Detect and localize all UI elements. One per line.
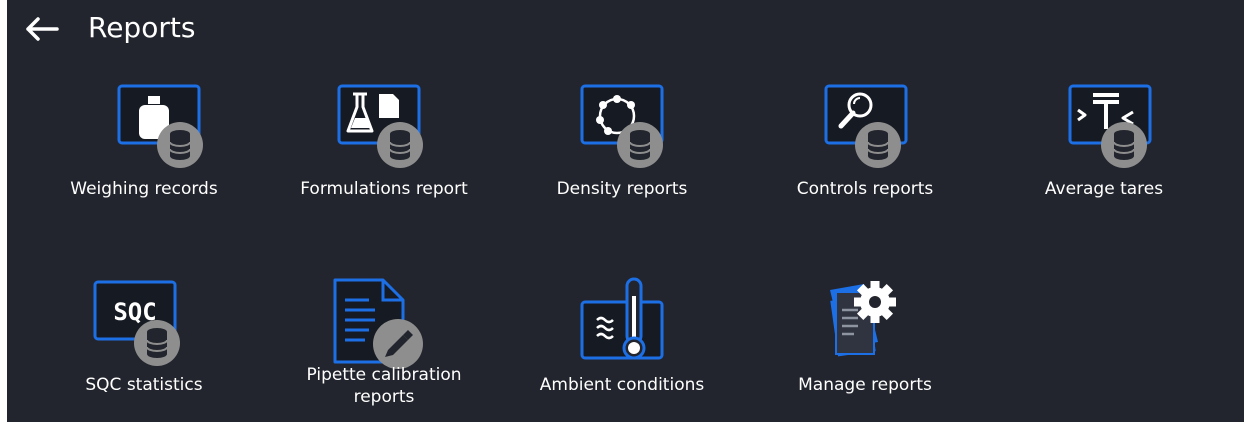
reports-screen: Reports Weighing records Formulations re… (7, 0, 1244, 422)
weighing-records-icon (117, 84, 203, 168)
tile-label: Ambient conditions (539, 375, 705, 395)
pipette-document-icon (333, 278, 423, 369)
arrow-left-icon (26, 17, 59, 41)
tile-controls-reports[interactable]: Controls reports (750, 80, 980, 240)
tile-sqc-statistics[interactable]: SQC SQC statistics (29, 276, 259, 436)
back-button[interactable] (23, 14, 59, 44)
average-tare-icon (1068, 84, 1152, 168)
tile-manage-reports[interactable]: Manage reports (750, 276, 980, 436)
tile-weighing-records[interactable]: Weighing records (29, 80, 259, 240)
tile-label: Pipette calibration reports (269, 364, 499, 408)
tile-label: Average tares (1044, 179, 1164, 199)
page-title: Reports (88, 11, 196, 44)
header-bar: Reports (7, 0, 1244, 60)
flask-document-icon (337, 84, 423, 168)
tile-label: Density reports (556, 179, 688, 199)
tile-pipette-calibration-reports[interactable]: Pipette calibration reports (269, 276, 499, 436)
density-molecule-icon (580, 84, 664, 168)
documents-gear-icon (830, 281, 896, 357)
tile-label: Controls reports (796, 179, 934, 199)
tile-formulations-report[interactable]: Formulations report (269, 80, 499, 240)
tile-label: SQC statistics (85, 375, 203, 395)
tile-label: Formulations report (300, 179, 468, 199)
magnifier-icon (824, 84, 908, 168)
tile-average-tares[interactable]: Average tares (989, 80, 1219, 240)
tile-label: Manage reports (798, 375, 932, 395)
tile-ambient-conditions[interactable]: Ambient conditions (507, 276, 737, 436)
sqc-icon: SQC (93, 280, 180, 366)
tile-label: Weighing records (70, 179, 218, 199)
tile-label-line: Pipette calibration (306, 365, 462, 385)
tile-density-reports[interactable]: Density reports (507, 80, 737, 240)
thermometer-icon (580, 277, 664, 360)
tile-label-line: reports (353, 387, 415, 407)
